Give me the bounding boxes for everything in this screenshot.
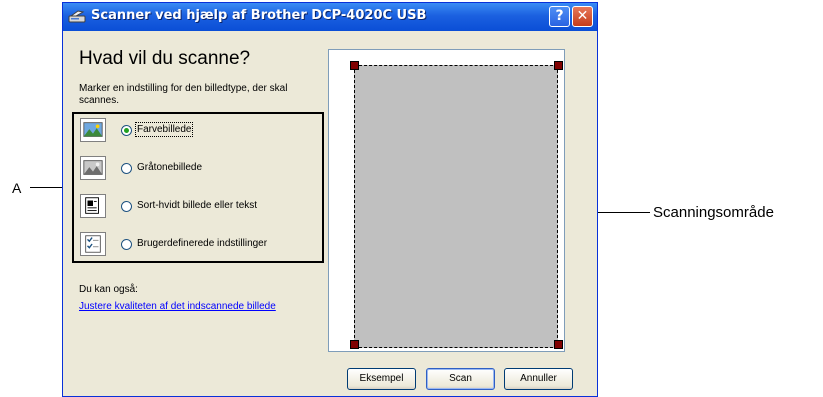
annotation-a: A [12, 180, 22, 196]
option-label: Farvebillede [134, 122, 194, 137]
cancel-button[interactable]: Annuller [504, 368, 573, 390]
picture-type-options: Farvebillede Gråtonebillede Sort-hvidt b… [72, 112, 324, 263]
option-label: Gråtonebillede [137, 162, 203, 173]
scanner-dialog: Scanner ved hjælp af Brother DCP-4020C U… [62, 2, 598, 397]
crop-handle-bottom-right[interactable] [554, 340, 563, 349]
page-title: Hvad vil du scanne? [79, 48, 251, 69]
preview-panel [328, 49, 565, 352]
help-button[interactable]: ? [549, 6, 570, 27]
radio-color-picture[interactable] [121, 125, 132, 136]
crop-handle-top-right[interactable] [554, 61, 563, 70]
scan-area[interactable] [354, 65, 558, 348]
option-custom-settings[interactable]: Brugerdefinerede indstillinger [74, 228, 322, 262]
custom-settings-icon [80, 232, 106, 256]
adjust-quality-link[interactable]: Justere kvaliteten af det indscannede bi… [79, 301, 276, 312]
close-button[interactable]: ✕ [572, 6, 593, 27]
crop-handle-top-left[interactable] [350, 61, 359, 70]
radio-bw-text[interactable] [121, 201, 132, 212]
option-label: Sort-hvidt billede eller tekst [137, 200, 258, 211]
option-grayscale-picture[interactable]: Gråtonebillede [74, 152, 322, 186]
option-bw-text[interactable]: Sort-hvidt billede eller tekst [74, 190, 322, 224]
radio-custom-settings[interactable] [121, 239, 132, 250]
scan-button[interactable]: Scan [426, 368, 495, 390]
annotation-scan-area: Scanningsområde [653, 204, 774, 221]
preview-button[interactable]: Eksempel [347, 368, 416, 390]
scanner-icon [68, 10, 86, 23]
title-bar[interactable]: Scanner ved hjælp af Brother DCP-4020C U… [63, 3, 597, 31]
bw-text-icon [80, 194, 106, 218]
grayscale-picture-icon [80, 156, 106, 180]
crop-handle-bottom-left[interactable] [350, 340, 359, 349]
also-label: Du kan også: [79, 284, 138, 295]
window-title: Scanner ved hjælp af Brother DCP-4020C U… [91, 8, 427, 23]
radio-grayscale-picture[interactable] [121, 163, 132, 174]
color-picture-icon [80, 118, 106, 142]
option-color-picture[interactable]: Farvebillede [74, 114, 322, 148]
option-label: Brugerdefinerede indstillinger [137, 238, 268, 249]
instructions-text: Marker en indstilling for den billedtype… [79, 83, 288, 106]
